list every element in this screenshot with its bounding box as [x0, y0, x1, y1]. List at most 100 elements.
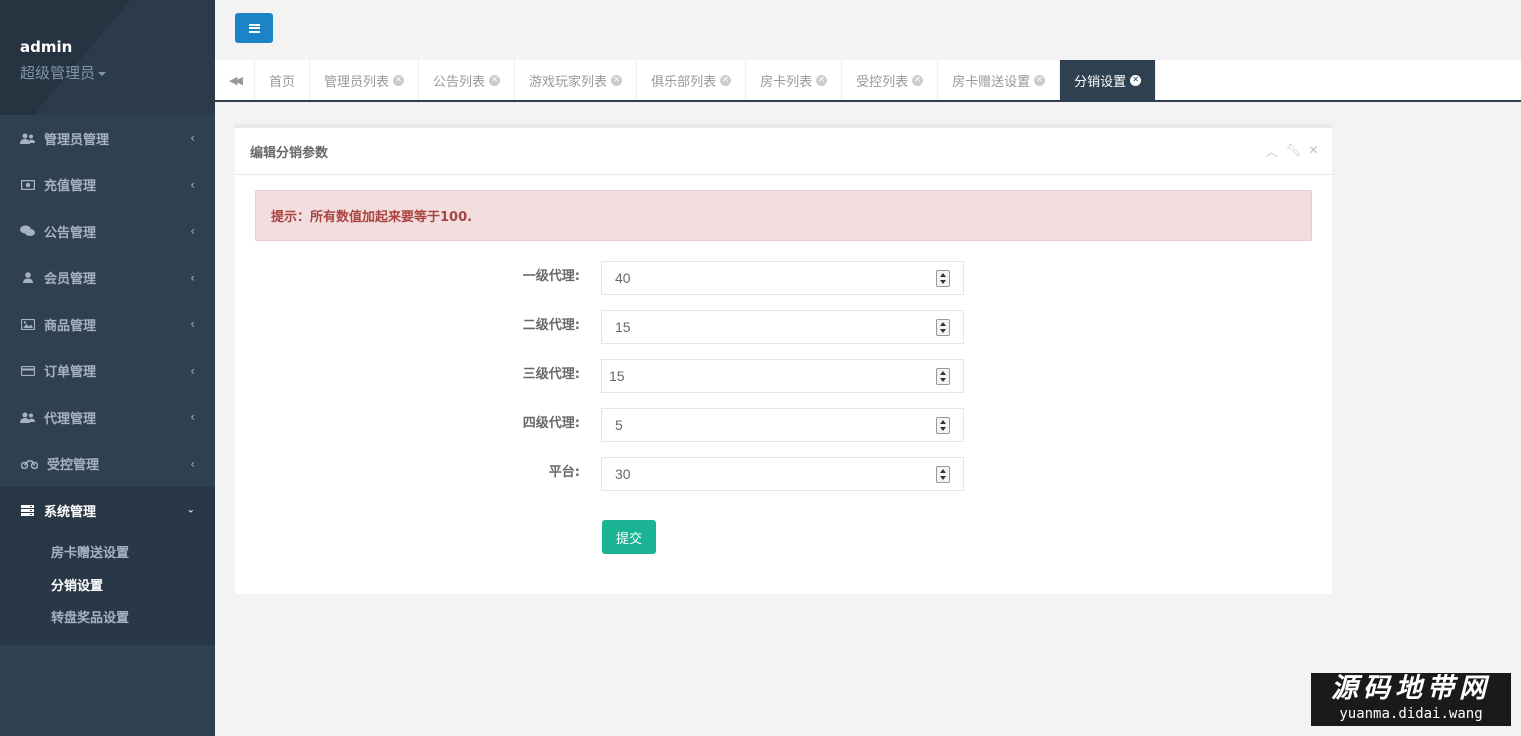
- chevron-left-icon: ‹: [190, 317, 195, 332]
- watermark: 源码地带网 yuanma.didai.wang: [1311, 673, 1511, 726]
- backward-icon: ◀◀: [229, 73, 243, 87]
- sidebar-item-control[interactable]: 受控管理 ‹: [0, 441, 215, 488]
- field-label: 一级代理:: [522, 269, 580, 284]
- spinner-icon[interactable]: [936, 466, 950, 483]
- field-label: 三级代理:: [522, 367, 580, 382]
- level3-agent-input[interactable]: 15: [601, 359, 964, 393]
- close-icon[interactable]: ✕: [1307, 143, 1320, 160]
- sidebar-subitem-wheel-prize[interactable]: 转盘奖品设置: [0, 601, 215, 634]
- level4-agent-input[interactable]: 5: [601, 408, 964, 442]
- input-value: 30: [615, 466, 631, 482]
- role-dropdown[interactable]: 超级管理员: [20, 62, 107, 83]
- input-value: 40: [615, 270, 631, 286]
- close-icon[interactable]: ✕: [611, 74, 623, 86]
- sidebar: admin 超级管理员 管理员管理 ‹ 充值管理 ‹ 公告管理 ‹ 会员管理 ‹…: [0, 0, 215, 736]
- sidebar-item-label: 管理员管理: [44, 132, 110, 148]
- tab-player-list[interactable]: 游戏玩家列表 ✕: [515, 60, 638, 100]
- edit-panel: 编辑分销参数 ︿ 🔧︎ ✕ 提示：所有数值加起来要等于100. 一级代理: 40…: [235, 124, 1332, 594]
- sidebar-subitem-roomcard-gift[interactable]: 房卡赠送设置: [0, 536, 215, 569]
- tab-label: 公告列表: [433, 74, 486, 90]
- sidebar-item-label: 充值管理: [44, 179, 97, 195]
- sidebar-item-recharge[interactable]: 充值管理 ‹: [0, 162, 215, 209]
- tab-announcement-list[interactable]: 公告列表 ✕: [419, 60, 516, 100]
- spinner-icon[interactable]: [936, 319, 950, 336]
- chevron-left-icon: ‹: [190, 410, 195, 425]
- picture-icon: [20, 318, 35, 330]
- watermark-cn: 源码地带网: [1331, 673, 1491, 704]
- tab-label: 房卡赠送设置: [952, 74, 1031, 90]
- tab-roomcard-list[interactable]: 房卡列表 ✕: [746, 60, 843, 100]
- tab-label: 受控列表: [856, 74, 909, 90]
- sidebar-item-announcement[interactable]: 公告管理 ‹: [0, 208, 215, 255]
- sidebar-item-agent[interactable]: 代理管理 ‹: [0, 394, 215, 441]
- sidebar-item-label: 订单管理: [44, 365, 97, 381]
- sidebar-item-label: 商品管理: [44, 318, 97, 334]
- role-label: 超级管理员: [20, 64, 96, 82]
- users-icon: [20, 132, 35, 144]
- user-icon: [20, 272, 35, 284]
- field-label: 平台:: [548, 465, 580, 480]
- spinner-icon[interactable]: [936, 270, 950, 287]
- caret-down-icon: [98, 71, 107, 76]
- tab-scroll-left-button[interactable]: ◀◀: [215, 60, 255, 100]
- sidebar-item-label: 系统管理: [44, 504, 97, 520]
- money-icon: [20, 179, 35, 191]
- credit-card-icon: [20, 365, 35, 377]
- tab-home[interactable]: 首页: [255, 60, 311, 100]
- close-icon[interactable]: ✕: [720, 74, 732, 86]
- form-row-level4: 四级代理: 5: [235, 408, 1332, 442]
- sidebar-item-label: 公告管理: [44, 225, 97, 241]
- submit-button[interactable]: 提交: [602, 520, 656, 554]
- close-icon[interactable]: ✕: [1130, 74, 1142, 86]
- sidebar-item-member[interactable]: 会员管理 ‹: [0, 255, 215, 302]
- tab-label: 房卡列表: [760, 74, 813, 90]
- close-icon[interactable]: ✕: [912, 74, 924, 86]
- tab-admin-list[interactable]: 管理员列表 ✕: [310, 60, 420, 100]
- sidebar-item-admin[interactable]: 管理员管理 ‹: [0, 115, 215, 162]
- spinner-icon[interactable]: [936, 368, 950, 385]
- tab-label: 游戏玩家列表: [529, 74, 608, 90]
- tab-bar: ◀◀ 首页 管理员列表 ✕ 公告列表 ✕ 游戏玩家列表 ✕ 俱乐部列表 ✕ 房卡列表 ✕ …: [215, 60, 1521, 102]
- chevron-left-icon: ‹: [190, 456, 195, 471]
- tab-club-list[interactable]: 俱乐部列表 ✕: [637, 60, 747, 100]
- chevron-left-icon: ‹: [190, 270, 195, 285]
- wrench-icon[interactable]: 🔧︎: [1286, 143, 1301, 160]
- chevron-left-icon: ‹: [190, 177, 195, 192]
- profile-decoration: [0, 0, 215, 115]
- sidebar-item-label: 代理管理: [44, 411, 97, 427]
- sidebar-subnav: 房卡赠送设置 分销设置 转盘奖品设置: [0, 533, 215, 645]
- collapse-icon[interactable]: ︿: [1265, 143, 1278, 160]
- tab-roomcard-gift[interactable]: 房卡赠送设置 ✕: [938, 60, 1061, 100]
- chevron-left-icon: ‹: [190, 224, 195, 239]
- chevron-left-icon: ‹: [190, 131, 195, 146]
- alert-message: 提示：所有数值加起来要等于100.: [255, 190, 1312, 241]
- form-row-level3: 三级代理: 15: [235, 359, 1332, 393]
- tab-control-list[interactable]: 受控列表 ✕: [842, 60, 939, 100]
- close-icon[interactable]: ✕: [1034, 74, 1046, 86]
- close-icon[interactable]: ✕: [816, 74, 828, 86]
- menu-toggle-button[interactable]: [235, 13, 273, 43]
- close-icon[interactable]: ✕: [489, 74, 501, 86]
- sidebar-item-label: 会员管理: [44, 272, 97, 288]
- chevron-left-icon: ‹: [190, 363, 195, 378]
- input-value: 5: [615, 417, 623, 433]
- sidebar-item-order[interactable]: 订单管理 ‹: [0, 348, 215, 395]
- hamburger-icon: [248, 23, 260, 33]
- tab-label: 首页: [269, 74, 296, 90]
- sidebar-subitem-distribution[interactable]: 分销设置: [0, 568, 215, 601]
- sidebar-item-system[interactable]: 系统管理 ⌄: [0, 487, 215, 534]
- level2-agent-input[interactable]: 15: [601, 310, 964, 344]
- close-icon[interactable]: ✕: [393, 74, 405, 86]
- sidebar-item-product[interactable]: 商品管理 ‹: [0, 301, 215, 348]
- spinner-icon[interactable]: [936, 417, 950, 434]
- users-icon: [20, 411, 35, 423]
- chevron-down-icon: ⌄: [186, 504, 195, 516]
- top-bar: [215, 0, 1521, 60]
- level1-agent-input[interactable]: 40: [601, 261, 964, 295]
- sidebar-nav: 管理员管理 ‹ 充值管理 ‹ 公告管理 ‹ 会员管理 ‹ 商品管理 ‹ 订单管理…: [0, 115, 215, 645]
- field-label: 四级代理:: [522, 416, 580, 431]
- tab-distribution[interactable]: 分销设置 ✕: [1060, 60, 1157, 100]
- platform-input[interactable]: 30: [601, 457, 964, 491]
- watermark-en: yuanma.didai.wang: [1339, 706, 1483, 722]
- motorcycle-icon: [20, 458, 38, 470]
